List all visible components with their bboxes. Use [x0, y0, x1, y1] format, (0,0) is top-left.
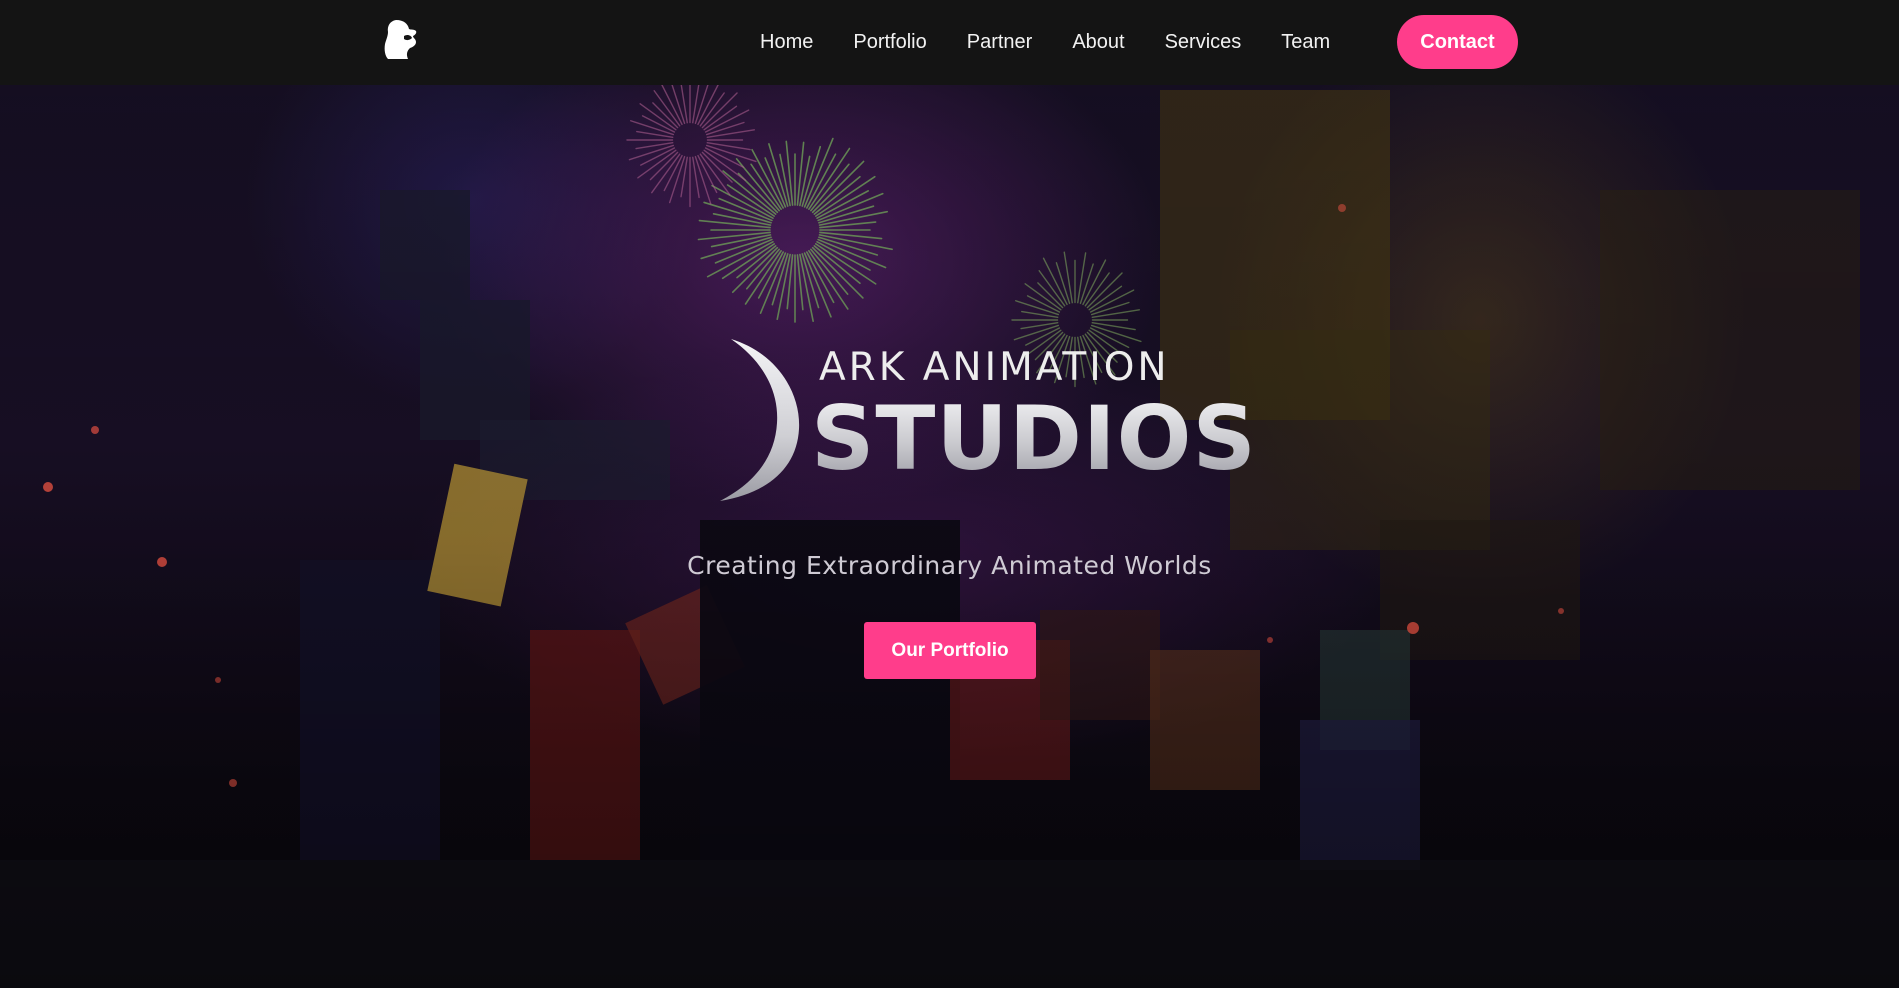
brand-title-line2: STUDIOS — [811, 387, 1257, 490]
nav-links: Home Portfolio Partner About Services Te… — [760, 0, 1370, 85]
nav-services-link[interactable]: Services — [1165, 31, 1242, 54]
brand-logo: ARK ANIMATION STUDIOS — [715, 325, 1256, 501]
crescent-moon-logo-icon — [720, 339, 800, 501]
nav-partner-link[interactable]: Partner — [967, 31, 1033, 54]
nav-home-link[interactable]: Home — [760, 31, 813, 54]
ark-head-logo-icon[interactable] — [382, 18, 420, 60]
page: Home Portfolio Partner About Services Te… — [0, 0, 1899, 988]
brand-title-line1: ARK ANIMATION — [819, 345, 1170, 390]
nav-team-link[interactable]: Team — [1281, 31, 1330, 54]
contact-button[interactable]: Contact — [1397, 15, 1518, 69]
nav-about-link[interactable]: About — [1072, 31, 1124, 54]
nav-portfolio-link[interactable]: Portfolio — [853, 31, 926, 54]
navbar: Home Portfolio Partner About Services Te… — [0, 0, 1899, 85]
hero-tagline: Creating Extraordinary Animated Worlds — [687, 551, 1212, 580]
our-portfolio-button[interactable]: Our Portfolio — [864, 622, 1036, 679]
